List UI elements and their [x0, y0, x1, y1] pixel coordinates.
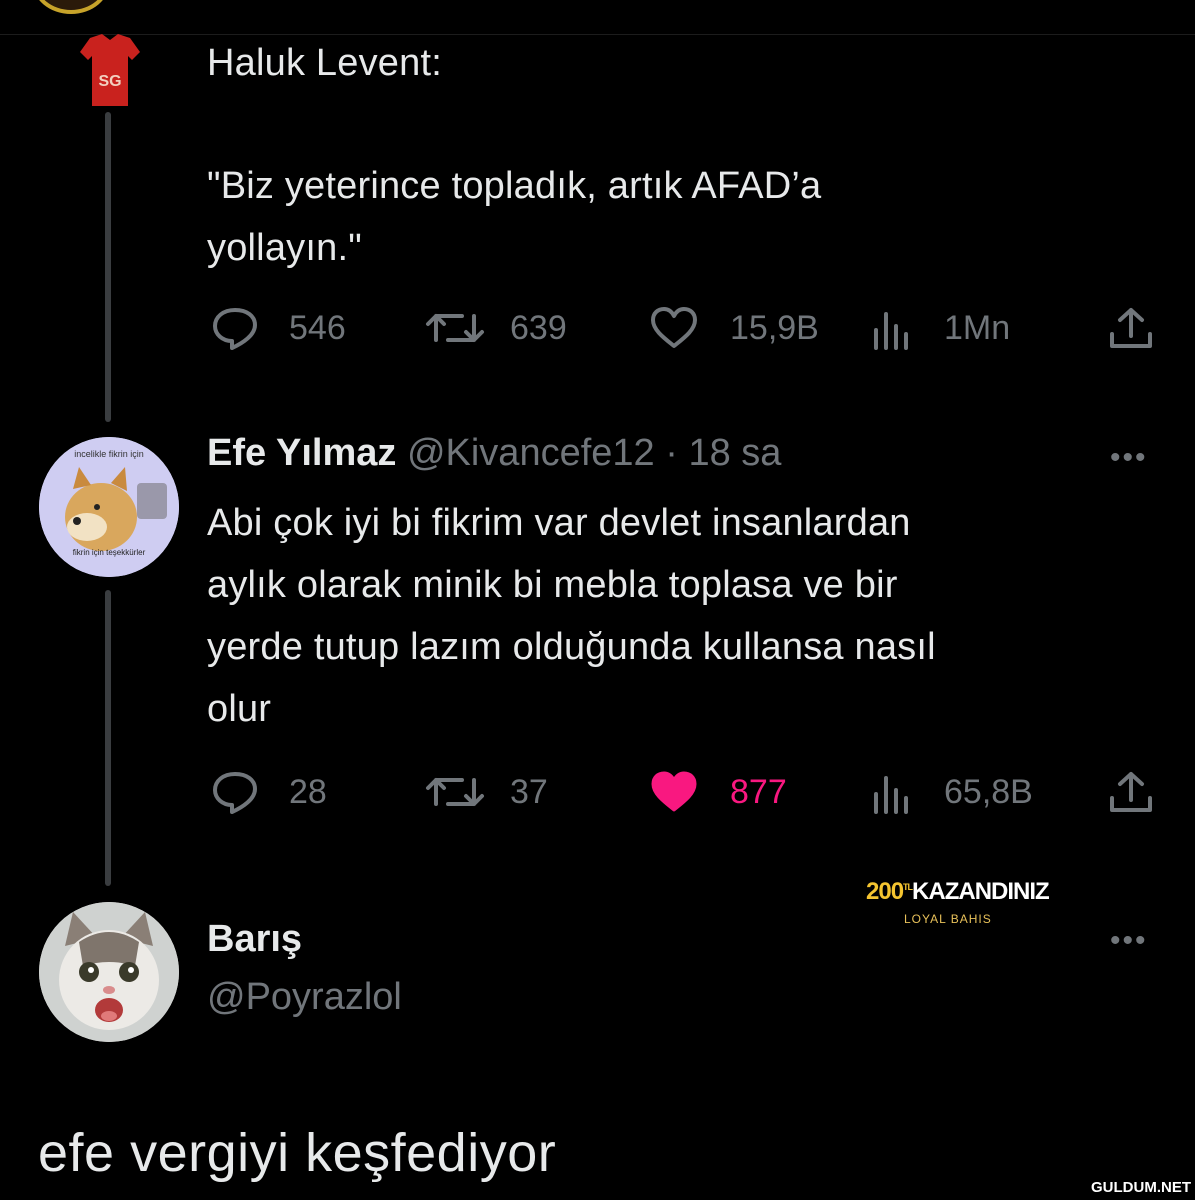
ad-headline: 200TLKAZANDINIZ: [866, 878, 1050, 906]
heart-filled-icon: [651, 771, 697, 812]
heart-icon: [651, 307, 697, 348]
reply-icon: [213, 772, 257, 814]
share-icon: [1110, 308, 1152, 348]
avatar-caption-bottom: fikrin için teşekkürler: [73, 548, 146, 557]
reply-button[interactable]: 546: [209, 298, 346, 358]
avatar-caption-top: incelikle fikrin için: [74, 449, 144, 459]
jersey-icon: SG: [80, 34, 140, 106]
retweet-button[interactable]: 37: [424, 762, 548, 822]
tweet2-line-2: aylık olarak minik bi mebla toplasa ve b…: [207, 564, 898, 606]
ad-amount: 200: [866, 878, 904, 905]
cat-avatar-image: [39, 902, 179, 1042]
ad-banner[interactable]: 200TLKAZANDINIZ LOYAL BAHIS: [866, 878, 1050, 938]
divider: [0, 34, 1195, 35]
views-button[interactable]: 65,8B: [870, 762, 1033, 822]
tweet2-line-3: yerde tutup lazım olduğunda kullansa nas…: [207, 626, 936, 668]
ad-text: KAZANDINIZ: [912, 878, 1050, 905]
tweet2-actions: 28 37 877 65,8B: [0, 762, 1195, 822]
reply-count: 28: [289, 772, 327, 811]
tweet2-line-1: Abi çok iyi bi fikrim var devlet insanla…: [207, 502, 911, 544]
tweet1-line-1: "Biz yeterince topladık, artık AFAD’a: [207, 165, 822, 207]
retweet-count: 639: [510, 308, 567, 347]
views-button[interactable]: 1Mn: [870, 298, 1010, 358]
reply-icon: [213, 308, 257, 350]
haluk-avatar[interactable]: SG: [76, 30, 144, 110]
share-button[interactable]: [1106, 298, 1156, 358]
views-icon: [874, 776, 908, 814]
watermark: GULDUM.NET: [1091, 1179, 1191, 1196]
ad-currency: TL: [903, 882, 913, 892]
share-button[interactable]: [1106, 762, 1156, 822]
reply-button[interactable]: 28: [209, 762, 327, 822]
retweet-button[interactable]: 639: [424, 298, 567, 358]
views-icon: [874, 312, 908, 350]
view-count: 65,8B: [944, 772, 1033, 811]
like-button[interactable]: 877: [648, 762, 787, 822]
like-count: 877: [730, 772, 787, 811]
share-icon: [1110, 772, 1152, 812]
baris-avatar[interactable]: [39, 902, 179, 1042]
previous-avatar-edge: [32, 0, 110, 14]
like-button[interactable]: 15,9B: [648, 298, 819, 358]
retweet-count: 37: [510, 772, 548, 811]
more-options-icon[interactable]: •••: [1110, 443, 1148, 473]
like-count: 15,9B: [730, 308, 819, 347]
view-count: 1Mn: [944, 308, 1011, 347]
avatar-badge: SG: [98, 73, 121, 90]
retweet-icon: [426, 314, 484, 342]
tweet1-actions: 546 639 15,9B 1Mn: [0, 298, 1195, 358]
thread-line: [105, 112, 111, 422]
reply-count: 546: [289, 308, 346, 347]
tweet1-line-2: yollayın.": [207, 227, 362, 269]
doge-avatar-image: incelikle fikrin için fikrin için teşekk…: [39, 437, 179, 577]
author-name[interactable]: Efe Yılmaz: [207, 432, 396, 474]
efe-author-line[interactable]: Efe Yılmaz @Kivancefe12 · 18 sa: [207, 432, 781, 475]
ad-brand: LOYAL BAHIS: [904, 912, 992, 926]
author-handle-time[interactable]: @Kivancefe12 · 18 sa: [396, 432, 781, 474]
more-options-icon[interactable]: •••: [1110, 926, 1148, 956]
haluk-name[interactable]: Haluk Levent:: [207, 32, 442, 94]
baris-name[interactable]: Barış: [207, 918, 302, 961]
efe-avatar[interactable]: incelikle fikrin için fikrin için teşekk…: [39, 437, 179, 577]
caption: efe vergiyi keşfediyor: [38, 1123, 557, 1183]
retweet-icon: [426, 778, 484, 806]
tweet2-line-4: olur: [207, 688, 272, 730]
thread-line: [105, 590, 111, 886]
baris-handle[interactable]: @Poyrazlol: [207, 976, 402, 1019]
